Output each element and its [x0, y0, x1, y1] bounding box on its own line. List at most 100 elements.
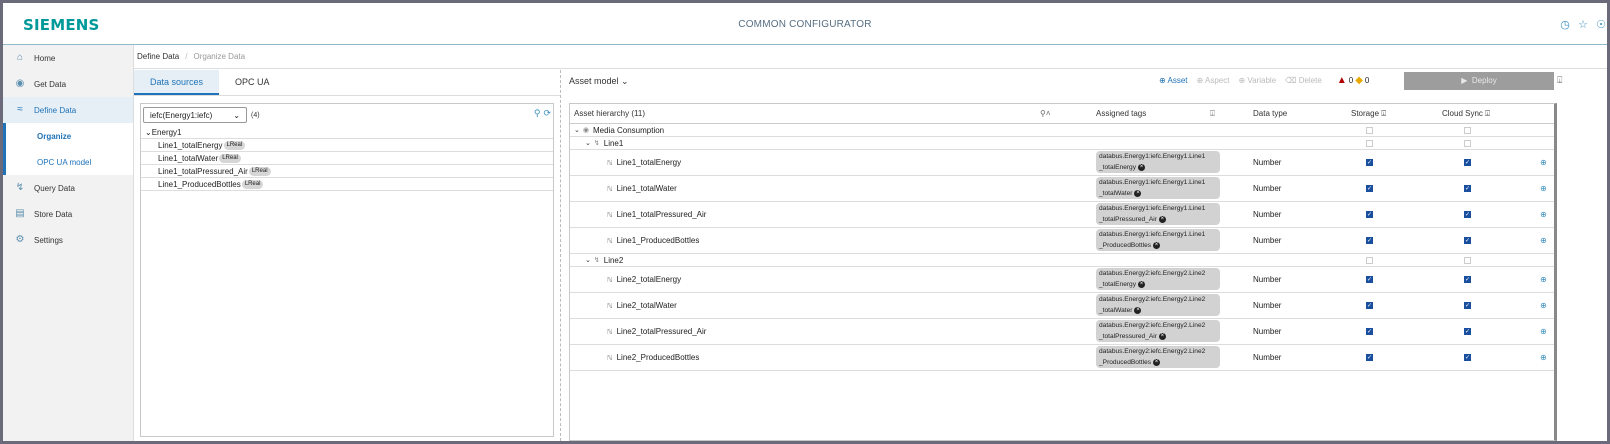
cloud-checkbox[interactable]: ✓ [1464, 202, 1471, 227]
cloud-checkbox[interactable]: ✓ [1464, 319, 1471, 344]
storage-checkbox[interactable]: ✓ [1366, 202, 1373, 227]
table-row[interactable]: ℕ Line2_ProducedBottles databus.Energy2:i… [570, 345, 1554, 371]
delete-button[interactable]: ⌫ Delete [1285, 76, 1322, 85]
breadcrumb-define-data[interactable]: Define Data [137, 52, 179, 61]
sidebar-item-query-data[interactable]: ↯ Query Data [3, 175, 133, 201]
tag-chip[interactable]: databus.Energy1:iefc.Energy1.Line1 _total… [1096, 177, 1220, 199]
sidebar-item-store-data[interactable]: ▤ Store Data [3, 201, 133, 227]
sidebar-item-settings[interactable]: ⚙ Settings [3, 227, 133, 253]
storage-checkbox[interactable]: ✓ [1366, 345, 1373, 370]
storage-checkbox[interactable]: ✓ [1366, 293, 1373, 318]
notifications-icon[interactable]: ☆ [1577, 19, 1589, 31]
tree-item[interactable]: Line1_totalWater LReal [141, 152, 553, 165]
remove-tag-icon[interactable]: × [1158, 215, 1166, 223]
remove-tag-icon[interactable]: × [1138, 163, 1146, 171]
data-source-toolbar: iefc(Energy1:iefc) ⌄ (4) ⚲ ⟳ [141, 104, 553, 126]
filter-icon[interactable]: ⍗ [1381, 109, 1386, 118]
remove-tag-icon[interactable]: × [1134, 189, 1142, 197]
sidebar-item-home[interactable]: ⌂ Home [3, 45, 133, 71]
storage-checkbox[interactable] [1366, 254, 1373, 266]
cloud-checkbox[interactable] [1464, 124, 1471, 136]
data-source-select[interactable]: iefc(Energy1:iefc) ⌄ [143, 107, 247, 123]
filter-icon[interactable]: ⍗ [1557, 75, 1562, 86]
variable-name: Line2_totalEnergy [616, 275, 682, 284]
table-row[interactable]: ℕ Line1_totalWater databus.Energy1:iefc.E… [570, 176, 1554, 202]
storage-checkbox[interactable]: ✓ [1366, 176, 1373, 201]
tag-chip[interactable]: databus.Energy2:iefc.Energy2.Line2 _Produ… [1096, 346, 1220, 368]
alerts[interactable]: ▲ 0 ◆ 0 [1337, 75, 1370, 86]
storage-checkbox[interactable] [1366, 137, 1373, 149]
add-variable-button[interactable]: ⊕ Variable [1238, 76, 1276, 85]
row-action-icon[interactable]: ⊕ [1540, 345, 1547, 370]
add-aspect-button[interactable]: ⊕ Aspect [1197, 76, 1230, 85]
remove-tag-icon[interactable]: × [1158, 332, 1166, 340]
table-row[interactable]: ℕ Line1_totalEnergy databus.Energy1:iefc.… [570, 150, 1554, 176]
storage-checkbox[interactable]: ✓ [1366, 319, 1373, 344]
sidebar-subitem-opc-ua-model[interactable]: OPC UA model [3, 149, 133, 175]
table-row[interactable]: ℕ Line2_totalPressured_Air databus.Energy… [570, 319, 1554, 345]
row-action-icon[interactable]: ⊕ [1540, 202, 1547, 227]
cloud-checkbox[interactable]: ✓ [1464, 150, 1471, 175]
row-action-icon[interactable]: ⊕ [1540, 176, 1547, 201]
tag-chip[interactable]: databus.Energy1:iefc.Energy1.Line1 _total… [1096, 203, 1220, 225]
table-row[interactable]: ℕ Line1_totalPressured_Air databus.Energy… [570, 202, 1554, 228]
add-asset-button[interactable]: ⊕ Asset [1159, 76, 1188, 85]
search-icon[interactable]: ⚲˄ [1040, 109, 1051, 118]
tab-opc-ua[interactable]: OPC UA [219, 70, 286, 95]
tree-item[interactable]: Line1_ProducedBottles LReal [141, 178, 553, 191]
chevron-down-icon: ⌄ [621, 76, 629, 86]
cloud-checkbox[interactable] [1464, 137, 1471, 149]
cloud-checkbox[interactable]: ✓ [1464, 228, 1471, 253]
checkbox-box: ✓ [1464, 276, 1471, 283]
help-icon[interactable]: ◷ [1559, 19, 1571, 31]
row-action-icon[interactable]: ⊕ [1540, 228, 1547, 253]
tree-item[interactable]: Line1_totalEnergy LReal [141, 139, 553, 152]
remove-tag-icon[interactable]: × [1153, 358, 1161, 366]
tag-text: _ProducedBottles [1099, 242, 1152, 249]
table-row[interactable]: ℕ Line2_totalWater databus.Energy2:iefc.E… [570, 293, 1554, 319]
cloud-checkbox[interactable]: ✓ [1464, 267, 1471, 292]
row-action-icon[interactable]: ⊕ [1540, 293, 1547, 318]
row-action-icon[interactable]: ⊕ [1540, 267, 1547, 292]
cloud-checkbox[interactable]: ✓ [1464, 176, 1471, 201]
storage-checkbox[interactable]: ✓ [1366, 150, 1373, 175]
asset-model-dropdown[interactable]: Asset model ⌄ [569, 76, 629, 87]
tab-data-sources[interactable]: Data sources [134, 70, 220, 95]
warning-count: 0 [1364, 76, 1370, 85]
filter-icon[interactable]: ⍗ [1485, 109, 1490, 118]
table-row[interactable]: ℕ Line2_totalEnergy databus.Energy2:iefc.… [570, 267, 1554, 293]
cloud-checkbox[interactable]: ✓ [1464, 293, 1471, 318]
checkbox-box: ✓ [1464, 159, 1471, 166]
cloud-checkbox[interactable] [1464, 254, 1471, 266]
sidebar-item-get-data[interactable]: ◉ Get Data [3, 71, 133, 97]
cloud-checkbox[interactable]: ✓ [1464, 345, 1471, 370]
table-row[interactable]: ⌄ ↯ Line2 [570, 254, 1554, 267]
sidebar-item-define-data[interactable]: ≈ Define Data [3, 97, 133, 123]
table-row[interactable]: ⌄ ↯ Line1 [570, 137, 1554, 150]
row-name: ℕ Line2_totalPressured_Air [607, 319, 706, 344]
search-icon[interactable]: ⚲ [534, 108, 541, 119]
tag-chip[interactable]: databus.Energy2:iefc.Energy2.Line2 _total… [1096, 320, 1220, 342]
remove-tag-icon[interactable]: × [1138, 280, 1146, 288]
tree-item[interactable]: Line1_totalPressured_Air LReal [141, 165, 553, 178]
storage-checkbox[interactable]: ✓ [1366, 228, 1373, 253]
row-action-icon[interactable]: ⊕ [1540, 150, 1547, 175]
tag-chip[interactable]: databus.Energy1:iefc.Energy1.Line1 _total… [1096, 151, 1220, 173]
tag-chip[interactable]: databus.Energy2:iefc.Energy2.Line2 _total… [1096, 294, 1220, 316]
refresh-icon[interactable]: ⟳ [543, 108, 551, 119]
remove-tag-icon[interactable]: × [1153, 241, 1161, 249]
storage-checkbox[interactable] [1366, 124, 1373, 136]
remove-tag-icon[interactable]: × [1134, 306, 1142, 314]
user-icon[interactable]: ☉ [1595, 19, 1607, 31]
storage-checkbox[interactable]: ✓ [1366, 267, 1373, 292]
tag-text: _totalPressured_Air [1099, 333, 1157, 340]
table-row[interactable]: ⌄ ◉ Media Consumption [570, 124, 1554, 137]
table-row[interactable]: ℕ Line1_ProducedBottles databus.Energy1:i… [570, 228, 1554, 254]
tree-root[interactable]: ⌄Energy1 [141, 126, 553, 139]
row-action-icon[interactable]: ⊕ [1540, 319, 1547, 344]
tag-chip[interactable]: databus.Energy1:iefc.Energy1.Line1 _Produ… [1096, 229, 1220, 251]
tag-chip[interactable]: databus.Energy2:iefc.Energy2.Line2 _total… [1096, 268, 1220, 290]
filter-icon[interactable]: ⍗ [1210, 109, 1215, 119]
deploy-button[interactable]: ▶ Deploy [1404, 72, 1554, 90]
sidebar-subitem-organize[interactable]: Organize [3, 123, 133, 149]
